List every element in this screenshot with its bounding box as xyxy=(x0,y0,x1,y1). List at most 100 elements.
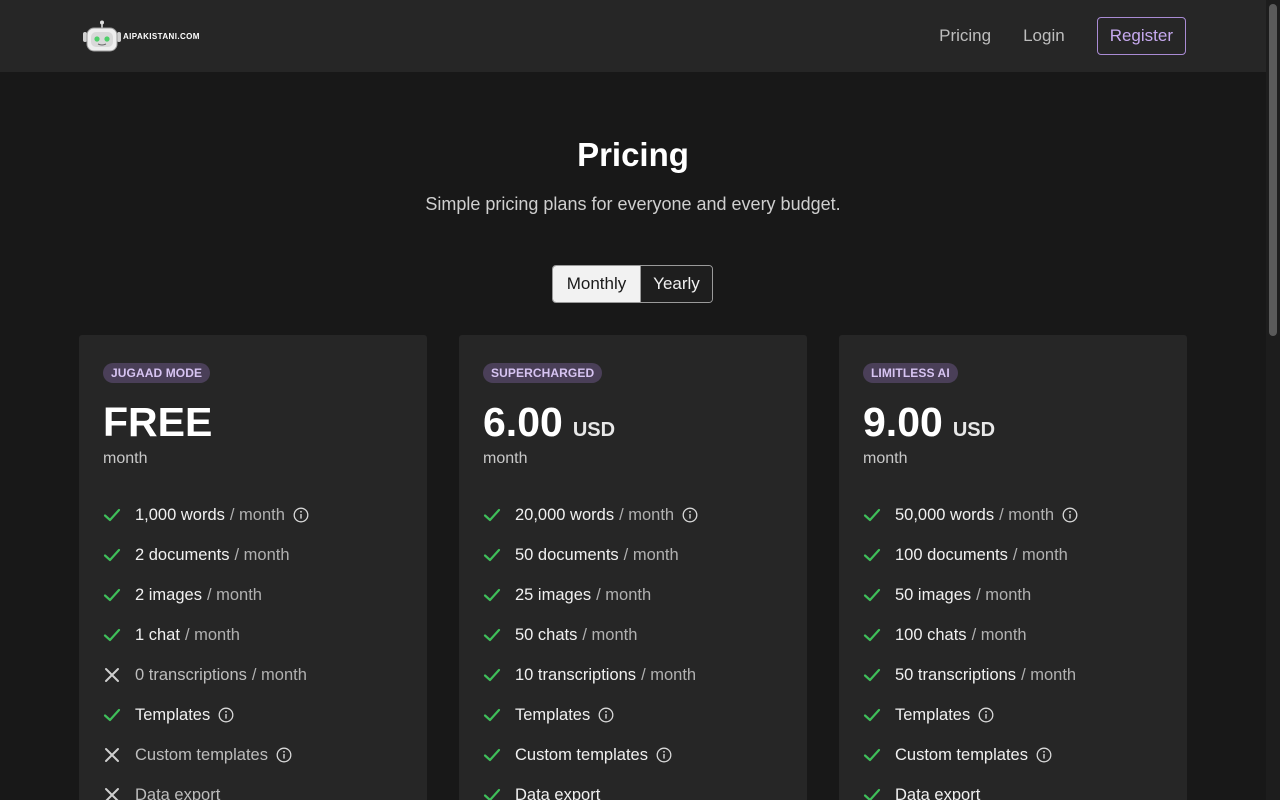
pricing-card: SUPERCHARGED 6.00 USD month 20,000 words / mo… xyxy=(459,335,807,800)
site-logo[interactable]: AIPAKISTANI.COM xyxy=(82,20,200,52)
feature-item: 10 transcriptions / month xyxy=(483,655,698,695)
feature-item: 50 documents / month xyxy=(483,535,698,575)
feature-name: 2 images xyxy=(135,585,202,604)
price-currency: USD xyxy=(572,419,616,441)
price-amount: 6.00 xyxy=(483,399,563,445)
scrollbar-thumb[interactable] xyxy=(1269,4,1277,336)
check-icon xyxy=(483,586,501,604)
check-icon xyxy=(863,666,881,684)
top-navigation-bar: AIPAKISTANI.COM Pricing Login Register xyxy=(0,0,1266,72)
feature-name: 100 documents xyxy=(895,545,1008,564)
feature-item: Templates xyxy=(483,695,698,735)
feature-period: / month xyxy=(596,585,652,604)
check-icon xyxy=(103,626,121,644)
feature-list: 50,000 words / month 100 documents / month 5… xyxy=(863,495,1078,800)
feature-name: 50,000 words xyxy=(895,505,995,524)
logo-text: AIPAKISTANI.COM xyxy=(123,31,200,41)
nav-pricing-link[interactable]: Pricing xyxy=(939,26,991,46)
info-icon[interactable] xyxy=(978,707,994,723)
feature-item: 1,000 words / month xyxy=(103,495,309,535)
page-title: Pricing xyxy=(577,136,689,173)
page-scrollbar[interactable] xyxy=(1266,0,1280,800)
register-button[interactable]: Register xyxy=(1096,17,1186,55)
feature-name: 25 images xyxy=(515,585,592,604)
info-icon[interactable] xyxy=(1036,747,1052,763)
price-currency: USD xyxy=(952,419,996,441)
check-icon xyxy=(483,786,501,800)
check-icon xyxy=(863,586,881,604)
feature-period: / month xyxy=(206,585,262,604)
feature-item: 1 chat / month xyxy=(103,615,309,655)
feature-period: / month xyxy=(999,505,1055,524)
feature-period: / month xyxy=(184,625,240,644)
check-icon xyxy=(483,666,501,684)
check-icon xyxy=(483,506,501,524)
check-icon xyxy=(863,626,881,644)
pricing-card: LIMITLESS AI 9.00 USD month 50,000 words / mo… xyxy=(839,335,1187,800)
feature-name: 50 documents xyxy=(515,545,619,564)
feature-item: 50,000 words / month xyxy=(863,495,1078,535)
feature-item: 50 transcriptions / month xyxy=(863,655,1078,695)
billing-period-label: month xyxy=(103,450,148,467)
feature-period: / month xyxy=(641,665,697,684)
feature-name: Data export xyxy=(135,785,221,800)
feature-item: 25 images / month xyxy=(483,575,698,615)
info-icon[interactable] xyxy=(682,507,698,523)
check-icon xyxy=(863,546,881,564)
check-icon xyxy=(103,706,121,724)
feature-item: Templates xyxy=(863,695,1078,735)
price-amount: FREE xyxy=(103,399,213,445)
feature-item: Custom templates xyxy=(483,735,698,775)
check-icon xyxy=(483,626,501,644)
feature-list: 20,000 words / month 50 documents / month 25… xyxy=(483,495,698,800)
plan-name-badge: SUPERCHARGED xyxy=(483,363,603,383)
info-icon[interactable] xyxy=(656,747,672,763)
feature-period: / month xyxy=(1021,665,1077,684)
feature-item: Templates xyxy=(103,695,309,735)
info-icon[interactable] xyxy=(293,507,309,523)
feature-item: 2 images / month xyxy=(103,575,309,615)
info-icon[interactable] xyxy=(276,747,292,763)
feature-name: Custom templates xyxy=(135,745,268,764)
feature-name: Templates xyxy=(515,705,591,724)
plan-name-badge: LIMITLESS AI xyxy=(863,363,958,383)
monthly-toggle-option[interactable]: Monthly xyxy=(553,266,640,302)
feature-item: 50 images / month xyxy=(863,575,1078,615)
yearly-toggle-option[interactable]: Yearly xyxy=(640,266,712,302)
feature-name: 50 images xyxy=(895,585,972,604)
check-icon xyxy=(483,546,501,564)
cross-icon xyxy=(103,746,121,764)
check-icon xyxy=(863,506,881,524)
feature-item: 50 chats / month xyxy=(483,615,698,655)
feature-name: 1,000 words xyxy=(135,505,225,524)
feature-item: Data export xyxy=(863,775,1078,800)
feature-item: Data export xyxy=(103,775,309,800)
check-icon xyxy=(863,746,881,764)
billing-period-label: month xyxy=(863,450,908,467)
feature-period: / month xyxy=(582,625,638,644)
feature-name: Data export xyxy=(895,785,981,800)
info-icon[interactable] xyxy=(218,707,234,723)
feature-period: / month xyxy=(619,505,675,524)
billing-period-label: month xyxy=(483,450,528,467)
feature-period: / month xyxy=(976,585,1032,604)
feature-name: 50 chats xyxy=(515,625,578,644)
plan-price: 6.00 USD xyxy=(483,399,615,446)
feature-name: Templates xyxy=(135,705,211,724)
feature-item: 0 transcriptions / month xyxy=(103,655,309,695)
feature-name: Custom templates xyxy=(895,745,1028,764)
feature-list: 1,000 words / month 2 documents / month 2 im… xyxy=(103,495,309,800)
feature-item: Data export xyxy=(483,775,698,800)
info-icon[interactable] xyxy=(1062,507,1078,523)
feature-name: 0 transcriptions xyxy=(135,665,247,684)
info-icon[interactable] xyxy=(598,707,614,723)
nav-login-link[interactable]: Login xyxy=(1023,26,1065,46)
feature-period: / month xyxy=(971,625,1027,644)
check-icon xyxy=(863,786,881,800)
feature-period: / month xyxy=(251,665,307,684)
main-nav: Pricing Login Register xyxy=(939,17,1186,55)
feature-name: 100 chats xyxy=(895,625,967,644)
plan-name-badge: JUGAAD MODE xyxy=(103,363,211,383)
feature-item: 100 chats / month xyxy=(863,615,1078,655)
feature-period: / month xyxy=(229,505,285,524)
